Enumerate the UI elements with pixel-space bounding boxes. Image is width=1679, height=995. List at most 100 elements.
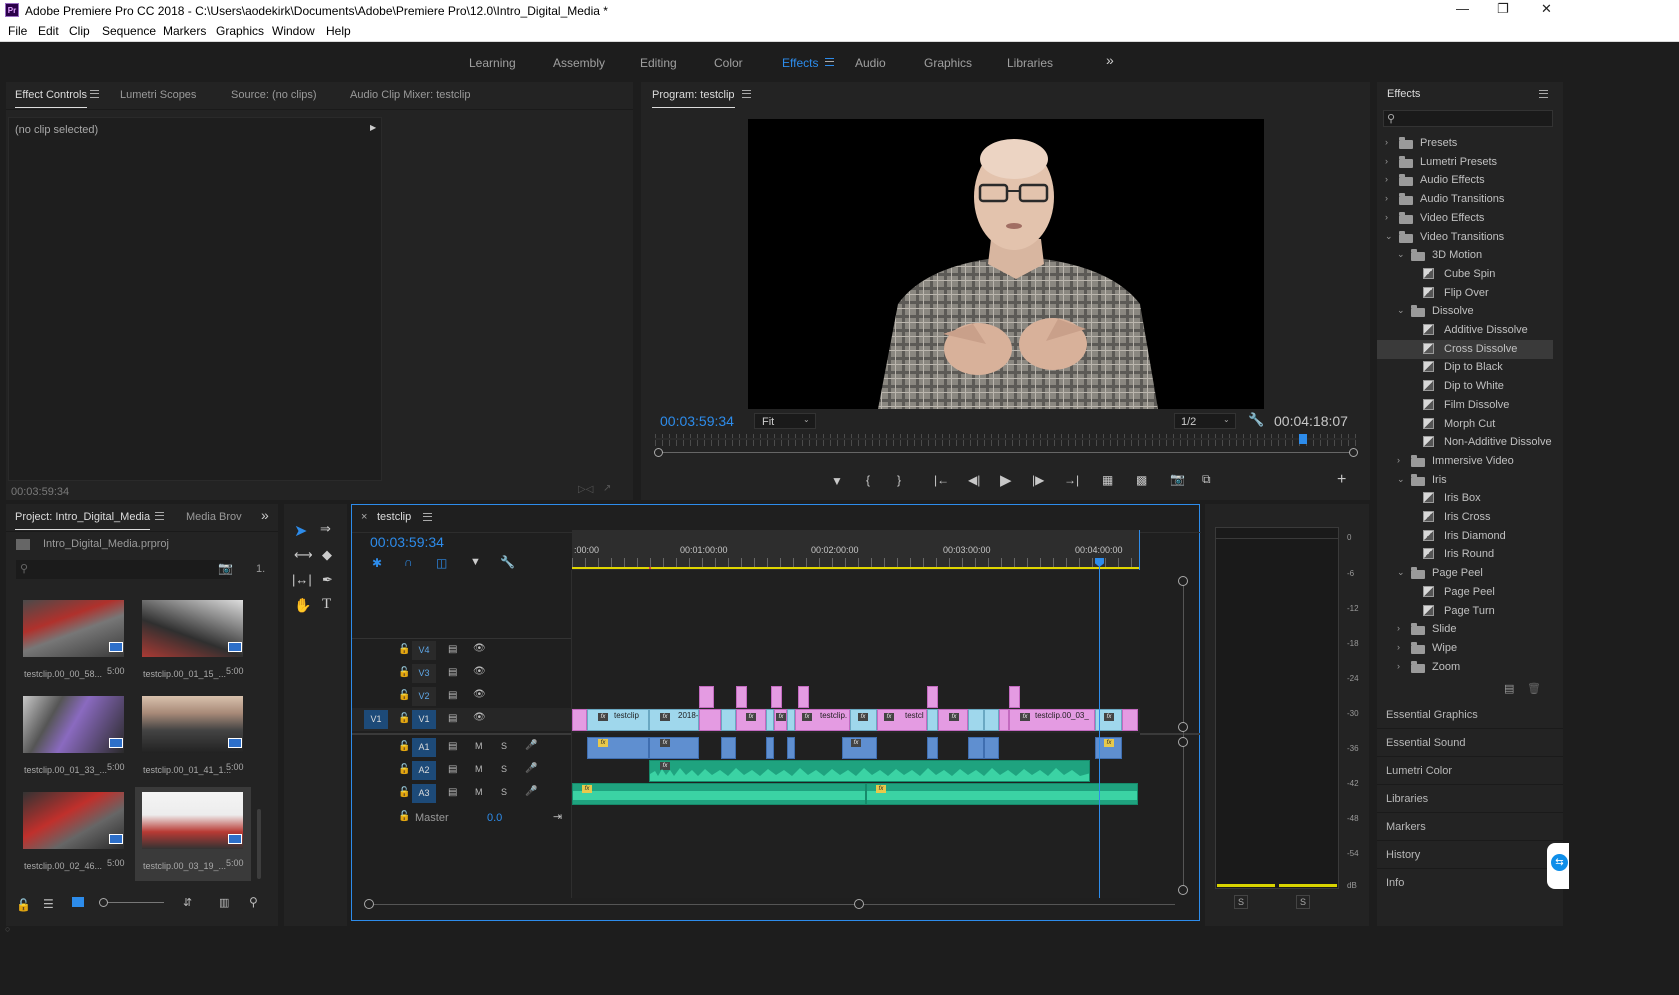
nest-icon[interactable]: ✱ xyxy=(372,556,382,570)
v2-clip[interactable] xyxy=(771,686,782,708)
chevron-right-icon[interactable]: › xyxy=(1397,455,1400,465)
v1-clip[interactable] xyxy=(968,709,984,731)
effect-folder-lumetri-presets[interactable]: › Lumetri Presets xyxy=(1377,153,1553,172)
expand-arrow-icon[interactable]: ▶ xyxy=(370,123,376,132)
workspace-learning[interactable]: Learning xyxy=(469,56,516,70)
sync-lock-icon[interactable]: ▤ xyxy=(448,690,457,701)
toggle-output-eye-icon[interactable]: 👁 xyxy=(473,666,486,677)
master-volume-value[interactable]: 0.0 xyxy=(487,812,502,824)
track-target-v3[interactable]: V3 xyxy=(412,664,436,683)
step-back-icon[interactable]: ◀| xyxy=(968,473,980,487)
v1-clip[interactable]: fx xyxy=(850,709,877,731)
project-clip-item[interactable]: testclip.00_01_33_... 5:00 xyxy=(23,696,125,778)
v1-clip[interactable] xyxy=(999,709,1009,731)
v1-clip[interactable] xyxy=(766,709,774,731)
menu-help[interactable]: Help xyxy=(326,24,351,38)
h-scroll-handle-right[interactable] xyxy=(854,899,864,909)
program-playhead[interactable] xyxy=(1299,434,1308,444)
chevron-right-icon[interactable]: › xyxy=(1385,193,1388,203)
solo-button[interactable]: S xyxy=(501,764,507,774)
track-lock-icon[interactable]: 🔓 xyxy=(398,787,410,798)
timeline-settings-icon[interactable]: 🔧 xyxy=(500,555,515,569)
zoom-handle-left[interactable] xyxy=(654,448,663,457)
delete-icon[interactable]: 🗑 xyxy=(1527,682,1541,695)
export-frame-icon[interactable]: 📷 xyxy=(1170,472,1185,486)
workspace-graphics[interactable]: Graphics xyxy=(924,56,972,70)
razor-tool-icon[interactable]: ◆ xyxy=(322,547,332,563)
toggle-output-eye-icon[interactable]: 👁 xyxy=(473,712,486,723)
track-target-a3[interactable]: A3 xyxy=(412,784,436,803)
a1-clip[interactable] xyxy=(927,737,938,759)
list-view-icon[interactable]: ☰ xyxy=(43,897,54,911)
project-search-input[interactable]: ⚲ xyxy=(16,560,230,579)
effect-folder-immersive-video[interactable]: › Immersive Video xyxy=(1377,452,1553,471)
workspace-assembly[interactable]: Assembly xyxy=(553,56,605,70)
v1-clip[interactable]: fx xyxy=(938,709,968,731)
chevron-right-icon[interactable]: › xyxy=(1385,137,1388,147)
chevron-down-icon[interactable]: ⌄ xyxy=(1397,305,1405,316)
menu-markers[interactable]: Markers xyxy=(163,24,206,38)
track-lock-icon[interactable]: 🔓 xyxy=(398,764,410,775)
effect-item-non-additive-dissolve[interactable]: Non-Additive Dissolve xyxy=(1377,433,1553,452)
v1-clip[interactable] xyxy=(1122,709,1138,731)
effect-folder-3d-motion[interactable]: ⌄ 3D Motion xyxy=(1377,246,1553,265)
chevron-down-icon[interactable]: ⌄ xyxy=(1385,231,1393,242)
sync-lock-icon[interactable]: ▤ xyxy=(448,787,457,798)
track-target-a1[interactable]: A1 xyxy=(412,738,436,757)
v1-clip[interactable]: fx xyxy=(736,709,766,731)
effect-folder-audio-transitions[interactable]: › Audio Transitions xyxy=(1377,190,1553,209)
thumbnail-size-slider[interactable] xyxy=(100,902,164,903)
a1-clip[interactable] xyxy=(721,737,736,759)
v-scroll-handle-top[interactable] xyxy=(1178,576,1188,586)
a3-clip[interactable]: fx xyxy=(572,783,866,805)
program-scrub-bar[interactable] xyxy=(654,434,1358,457)
add-marker-icon[interactable]: ▼ xyxy=(470,556,481,568)
program-current-timecode[interactable]: 00:03:59:34 xyxy=(660,413,734,429)
effect-item-page-peel[interactable]: Page Peel xyxy=(1377,583,1553,602)
project-clip-item[interactable]: testclip.00_01_15_... 5:00 xyxy=(142,600,244,682)
chevron-right-icon[interactable]: › xyxy=(1385,174,1388,184)
effect-folder-presets[interactable]: › Presets xyxy=(1377,134,1553,153)
timeline-tab[interactable]: testclip xyxy=(377,511,411,523)
lock-icon[interactable]: 🔓 xyxy=(16,898,31,912)
type-tool-icon[interactable]: T xyxy=(322,596,331,613)
voice-over-mic-icon[interactable]: 🎤 xyxy=(525,740,537,751)
selection-tool-icon[interactable]: ➤ xyxy=(294,521,307,541)
v1-clip[interactable] xyxy=(572,709,587,731)
solo-left-button[interactable]: S xyxy=(1234,895,1248,909)
sync-lock-icon[interactable]: ▤ xyxy=(448,741,457,752)
effect-folder-page-peel[interactable]: ⌄ Page Peel xyxy=(1377,564,1553,583)
source-patch-v1[interactable]: V1 xyxy=(364,710,388,729)
track-target-v2[interactable]: V2 xyxy=(412,687,436,706)
toggle-output-eye-icon[interactable]: 👁 xyxy=(473,689,486,700)
sort-icon[interactable]: ⇵ xyxy=(183,896,192,909)
sync-lock-icon[interactable]: ▤ xyxy=(448,764,457,775)
track-target-v4[interactable]: V4 xyxy=(412,641,436,660)
workspace-overflow-icon[interactable]: » xyxy=(1106,52,1114,68)
voice-over-mic-icon[interactable]: 🎤 xyxy=(525,786,537,797)
mark-out-icon[interactable]: } xyxy=(897,473,901,487)
a1-clip[interactable] xyxy=(787,737,795,759)
menu-sequence[interactable]: Sequence xyxy=(102,24,156,38)
a2-clip[interactable]: fx xyxy=(649,760,1090,782)
panel-essential-graphics[interactable]: Essential Graphics xyxy=(1386,709,1478,721)
v1-clip[interactable]: fx testclip.00_03_ xyxy=(1009,709,1095,731)
project-clip-item[interactable]: testclip.00_02_46... 5:00 xyxy=(23,792,125,874)
v1-clip[interactable] xyxy=(721,709,736,731)
sync-lock-icon[interactable]: ▤ xyxy=(448,644,457,655)
panel-menu-icon[interactable] xyxy=(90,90,99,98)
effect-folder-wipe[interactable]: › Wipe xyxy=(1377,639,1553,658)
chevron-right-icon[interactable]: › xyxy=(1397,623,1400,633)
effect-folder-zoom[interactable]: › Zoom xyxy=(1377,658,1553,677)
v1-clip[interactable]: fx testclip. xyxy=(795,709,850,731)
snap-icon[interactable]: ∩ xyxy=(404,555,413,569)
chevron-right-icon[interactable]: › xyxy=(1397,642,1400,652)
timeline-track-area[interactable] xyxy=(572,570,1140,898)
effect-folder-iris[interactable]: ⌄ Iris xyxy=(1377,471,1553,490)
timeline-timecode[interactable]: 00:03:59:34 xyxy=(370,534,444,550)
toggle-output-eye-icon[interactable]: 👁 xyxy=(473,643,486,654)
work-area-bar[interactable] xyxy=(572,567,1140,569)
zoom-handle-right[interactable] xyxy=(1349,448,1358,457)
effect-item-flip-over[interactable]: Flip Over xyxy=(1377,284,1553,303)
v1-clip[interactable]: fx xyxy=(774,709,787,731)
